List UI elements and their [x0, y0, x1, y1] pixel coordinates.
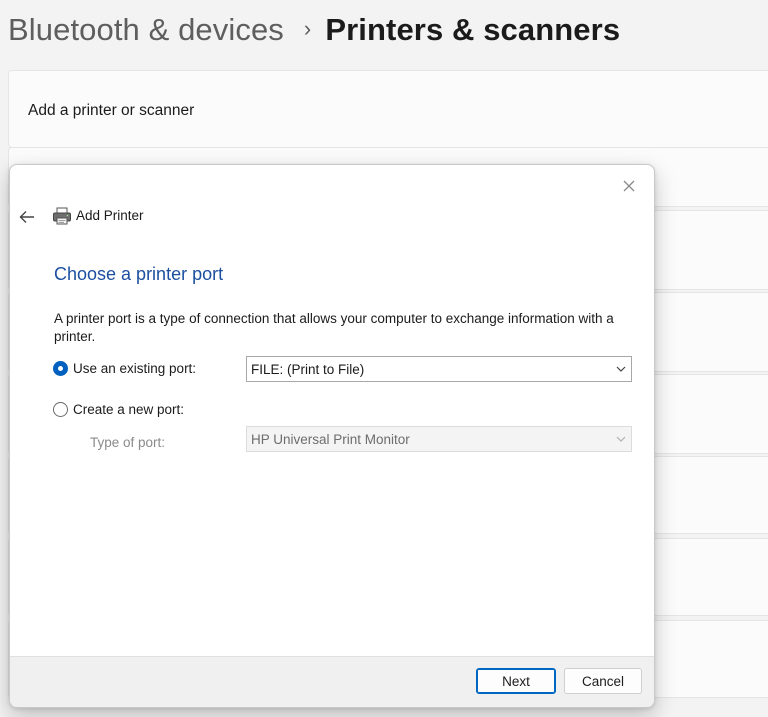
- existing-port-value: FILE: (Print to File): [251, 361, 365, 377]
- next-button[interactable]: Next: [476, 668, 556, 694]
- type-of-port-label: Type of port:: [90, 435, 166, 450]
- close-button[interactable]: [616, 173, 642, 199]
- create-new-port-radio[interactable]: Create a new port:: [53, 402, 184, 417]
- back-button[interactable]: [16, 206, 38, 228]
- use-existing-port-label: Use an existing port:: [73, 361, 197, 376]
- dialog-footer: Next Cancel: [10, 656, 654, 707]
- breadcrumb-parent[interactable]: Bluetooth & devices: [8, 12, 284, 48]
- add-printer-card[interactable]: Add a printer or scanner: [8, 70, 768, 148]
- cancel-button[interactable]: Cancel: [564, 668, 642, 694]
- existing-port-select[interactable]: FILE: (Print to File): [246, 356, 632, 382]
- dialog-description: A printer port is a type of connection t…: [54, 311, 614, 344]
- back-arrow-icon: [19, 211, 34, 223]
- add-printer-dialog: Add Printer Choose a printer port A prin…: [9, 164, 655, 708]
- radio-unchecked-icon[interactable]: [53, 402, 68, 417]
- type-of-port-select: HP Universal Print Monitor: [246, 426, 632, 452]
- add-printer-card-title: Add a printer or scanner: [28, 102, 195, 119]
- create-new-port-label: Create a new port:: [73, 402, 185, 417]
- chevron-down-icon: [616, 366, 626, 372]
- printer-icon: [53, 207, 71, 225]
- chevron-down-icon: [616, 436, 626, 442]
- breadcrumb-separator-icon: ›: [303, 16, 312, 41]
- page-title: Printers & scanners: [325, 12, 621, 47]
- type-of-port-value: HP Universal Print Monitor: [251, 431, 410, 447]
- dialog-title: Add Printer: [76, 208, 144, 223]
- dialog-heading: Choose a printer port: [54, 264, 224, 284]
- breadcrumb: Bluetooth & devices › Printers & scanner…: [8, 8, 620, 52]
- use-existing-port-radio[interactable]: Use an existing port:: [53, 361, 196, 376]
- radio-checked-icon[interactable]: [53, 361, 68, 376]
- close-icon: [623, 180, 635, 192]
